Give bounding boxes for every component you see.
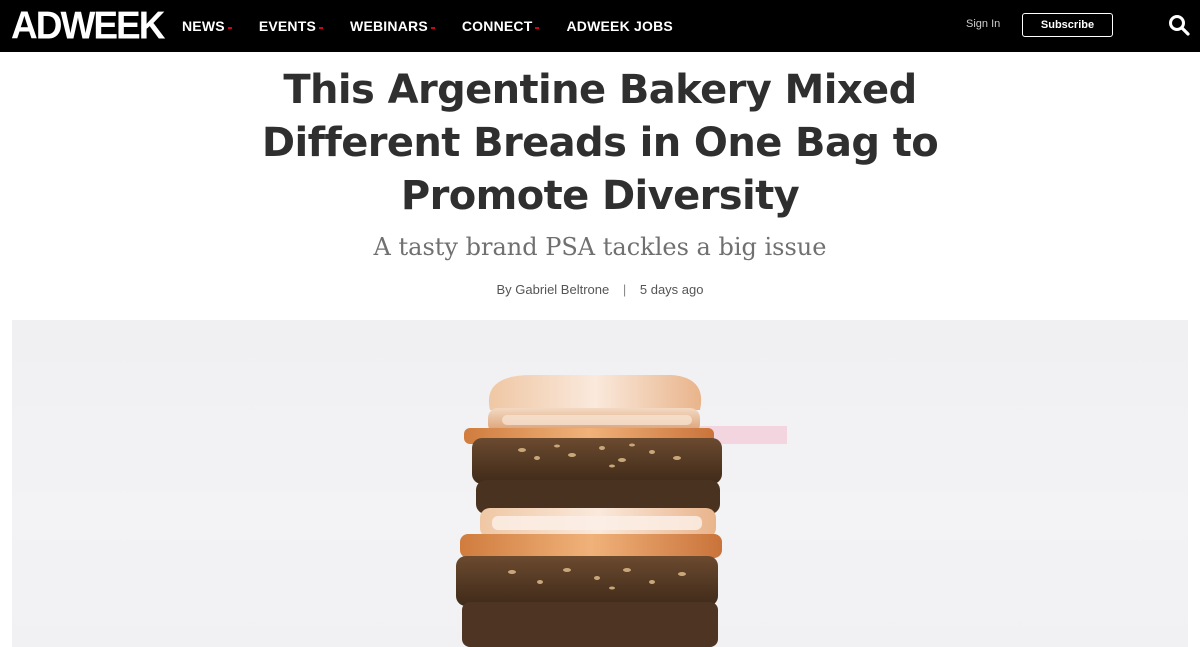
sign-in-link[interactable]: Sign In <box>966 18 1000 30</box>
dropdown-indicator-icon <box>319 27 324 29</box>
nav-item-label: EVENTS <box>258 18 317 34</box>
nav-item-label: NEWS <box>182 18 225 34</box>
subscribe-button[interactable]: Subscribe <box>1022 13 1113 37</box>
nav-item-connect[interactable]: CONNECT <box>462 18 540 34</box>
article-headline: This Argentine Bakery Mixed Different Br… <box>261 67 939 219</box>
byline-separator: | <box>622 282 627 297</box>
nav-item-label: ADWEEK JOBS <box>566 18 673 34</box>
nav-item-news[interactable]: NEWS <box>182 18 232 34</box>
dropdown-indicator-icon <box>430 27 435 29</box>
main-nav: NEWS EVENTS WEBINARS CONNECT ADWEEK JOBS <box>182 0 700 52</box>
dropdown-indicator-icon <box>535 27 540 29</box>
dropdown-indicator-icon <box>227 27 232 29</box>
article-byline: By Gabriel Beltrone | 5 days ago <box>200 282 1000 297</box>
bread-stack-illustration <box>456 375 787 647</box>
author-link[interactable]: By Gabriel Beltrone <box>497 282 610 297</box>
publish-time: 5 days ago <box>639 282 704 297</box>
nav-item-label: WEBINARS <box>350 18 428 34</box>
nav-item-webinars[interactable]: WEBINARS <box>350 18 435 34</box>
nav-item-adweek-jobs[interactable]: ADWEEK JOBS <box>566 18 672 34</box>
nav-item-events[interactable]: EVENTS <box>258 18 324 34</box>
nav-item-label: CONNECT <box>461 18 533 34</box>
adweek-logo[interactable]: ADWEEK <box>11 4 165 48</box>
article-subheadline: A tasty brand PSA tackles a big issue <box>373 233 827 261</box>
hero-image <box>12 320 1188 647</box>
search-icon[interactable] <box>1168 14 1190 36</box>
top-navigation-bar: ADWEEK NEWS EVENTS WEBINARS CONNECT ADWE… <box>0 0 1200 52</box>
